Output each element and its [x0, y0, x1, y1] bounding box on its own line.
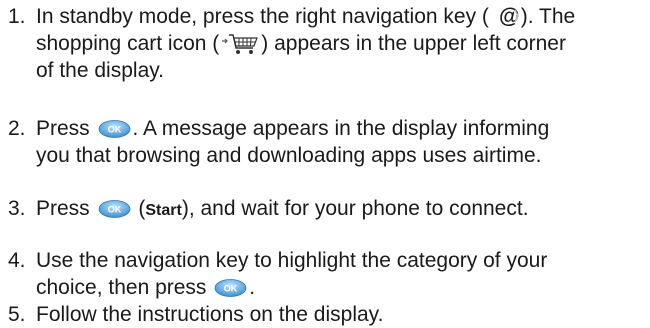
- step-2: 2. Press OK . A message appears in the d…: [8, 115, 638, 169]
- step-text-segment: .: [249, 276, 256, 299]
- step-text: Use the navigation key to highlight the …: [36, 247, 638, 301]
- step-number: 2.: [8, 117, 26, 140]
- step-text: In standby mode, press the right navigat…: [36, 3, 638, 84]
- step-1: 1. In standby mode, press the right navi…: [8, 3, 638, 84]
- ok-key-label: OK: [224, 284, 238, 294]
- ok-key-label: OK: [107, 125, 121, 135]
- ok-key-icon: OK: [98, 200, 130, 218]
- shopping-cart-icon: [222, 34, 259, 54]
- step-number: 3.: [8, 197, 26, 220]
- step-number: 4.: [8, 249, 26, 272]
- step-text-segment: of the display.: [36, 59, 165, 82]
- step-text: Follow the instructions on the display.: [36, 301, 638, 328]
- step-text-segment: choice, then press: [36, 276, 207, 299]
- ok-key-label: OK: [107, 205, 121, 215]
- step-text-segment: Follow the instructions on the display.: [36, 303, 384, 326]
- step-text-segment: ), and wait for your phone to connect.: [181, 197, 529, 220]
- step-text: Press OK . A message appears in the disp…: [36, 115, 638, 169]
- step-number: 1.: [8, 5, 26, 28]
- step-number: 5.: [8, 303, 26, 326]
- step-text-segment: Use the navigation key to highlight the …: [36, 249, 548, 272]
- nav-key-glyph: @: [499, 5, 519, 27]
- step-text-segment: Press: [36, 117, 90, 140]
- softkey-label-start: Start: [145, 202, 182, 219]
- step-text-segment: In standby mode, press the right navigat…: [36, 5, 489, 28]
- step-3: 3. Press OK (Start), and wait for your p…: [8, 195, 638, 224]
- ok-key-icon: OK: [214, 279, 247, 297]
- step-text-segment: ) appears in the upper left corner: [261, 32, 566, 55]
- step-text-segment: Press: [36, 197, 90, 220]
- step-4: 4. Use the navigation key to highlight t…: [8, 247, 638, 301]
- step-text-segment: . A message appears in the display infor…: [132, 117, 550, 140]
- step-text-segment: you that browsing and downloading apps u…: [36, 144, 542, 167]
- ok-key-icon: OK: [98, 120, 130, 138]
- step-text-segment: ). The: [520, 5, 576, 28]
- right-navigation-key-icon: @: [499, 5, 519, 27]
- step-text-segment: shopping cart icon (: [36, 32, 220, 55]
- step-5: 5. Follow the instructions on the displa…: [8, 301, 638, 328]
- step-text: Press OK (Start), and wait for your phon…: [36, 195, 638, 224]
